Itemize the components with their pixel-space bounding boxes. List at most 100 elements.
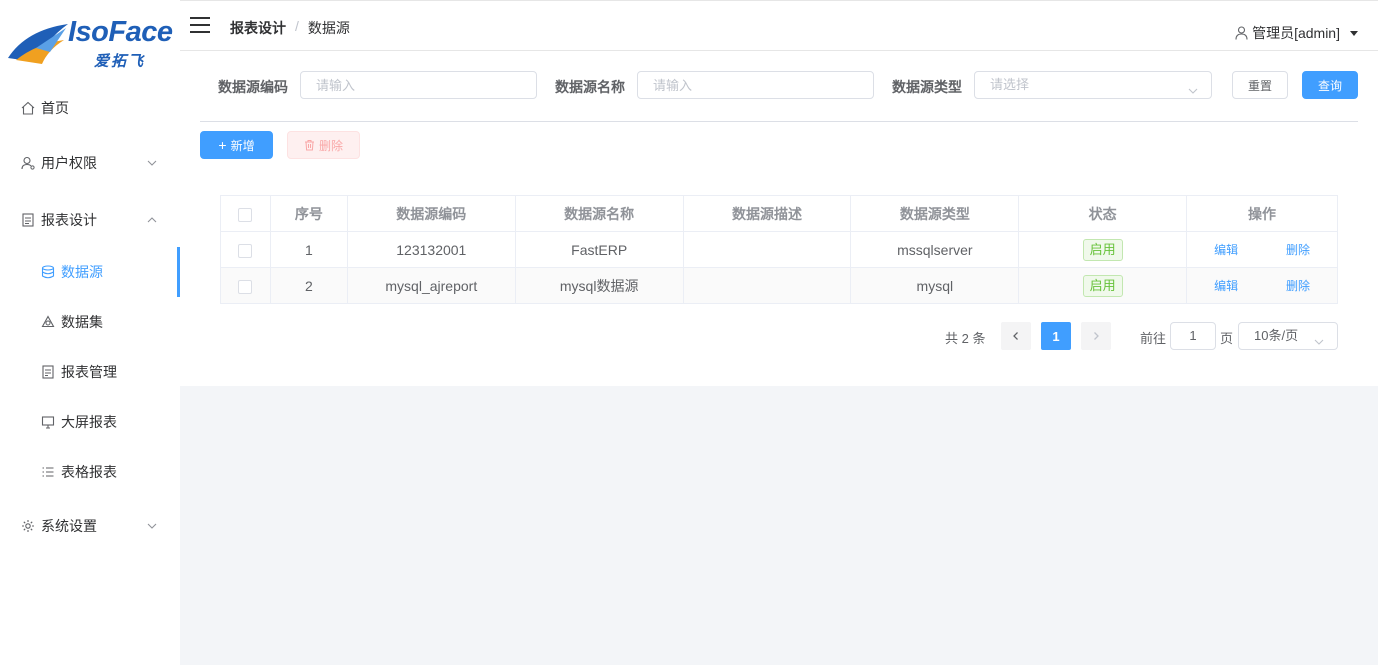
menu-item-label: 系统设置 [41,518,97,534]
sidebar-item-label: 报表管理 [61,364,117,380]
row-checkbox[interactable] [238,279,253,294]
cell-type: mysql [850,267,1020,304]
trash-icon [304,139,315,151]
cell-name: mysql数据源 [514,267,684,304]
row-checkbox[interactable] [238,243,253,258]
add-button-label: 新增 [230,138,255,153]
query-button[interactable]: 查询 [1302,71,1358,99]
page-size-select[interactable]: 10条/页 [1238,322,1338,350]
cell-desc [682,231,852,268]
sidebar-item-dataset[interactable]: 数据集 [0,297,180,347]
caret-down-icon [1350,30,1358,36]
menu-item-label: 报表设计 [41,212,97,228]
menu-item-label: 用户权限 [41,155,97,171]
page-unit-label: 页 [1220,331,1234,346]
delete-link[interactable]: 删除 [1286,279,1310,293]
report-icon [20,212,36,228]
hamburger-icon[interactable] [190,17,210,33]
total-count: 共 2 条 [945,331,986,346]
select-all-checkbox[interactable] [238,207,253,222]
header: 报表设计 / 数据源 管理员[admin] [180,0,1378,51]
gear-icon [20,518,36,534]
delete-link[interactable]: 删除 [1286,243,1310,257]
table-row: 2 mysql_ajreport mysql数据源 mysql 启用 编辑 删除 [220,267,1338,304]
cell-name: FastERP [514,231,684,268]
chevron-up-icon [146,213,158,229]
sidebar-item-bigscreen[interactable]: 大屏报表 [0,397,180,447]
next-page-button[interactable] [1081,322,1111,350]
user-icon [20,155,36,171]
user-icon [1235,26,1248,40]
reset-button[interactable]: 重置 [1232,71,1288,99]
column-header: 数据源编码 [346,195,516,232]
datasource-table: 序号 数据源编码 数据源名称 数据源描述 数据源类型 状态 操作 1 12313… [220,195,1338,304]
report-manage-icon [40,364,56,380]
list-icon [40,464,56,480]
column-header: 数据源描述 [682,195,852,232]
status-badge: 启用 [1082,274,1123,297]
cell-index: 2 [269,267,348,304]
cell-desc [682,267,852,304]
breadcrumb-item: 数据源 [307,20,350,36]
code-label: 数据源编码 [218,79,288,95]
menu-item-report-design[interactable]: 报表设计 [0,195,180,245]
divider [200,121,1358,122]
logo-subtitle: 爱拓飞 [94,53,146,70]
page-number-button[interactable]: 1 [1041,322,1071,350]
breadcrumb-separator: / [295,18,299,34]
breadcrumb-item[interactable]: 报表设计 [230,18,286,38]
column-header: 数据源类型 [850,195,1020,232]
chevron-left-icon [1011,331,1021,341]
column-header: 序号 [269,195,348,232]
menu-item-label: 首页 [41,100,69,116]
main-panel: 数据源编码 数据源名称 数据源类型 请选择 重置 查询 + 新增 删除 序号 数… [180,51,1378,386]
sidebar-item-label: 大屏报表 [61,414,117,430]
logo: IsoFace 爱拓飞 [6,14,176,70]
user-menu[interactable]: 管理员[admin] [1235,23,1358,43]
sidebar-item-datasource[interactable]: 数据源 [0,247,180,297]
user-name: 管理员[admin] [1252,25,1340,41]
chevron-down-icon [146,519,158,535]
goto-label: 前往 [1140,331,1167,346]
database-icon [40,264,56,280]
cell-type: mssqlserver [850,231,1020,268]
chevron-down-icon [146,156,158,172]
sidebar-item-label: 数据集 [61,314,103,330]
logo-wing-icon [8,24,68,64]
cell-index: 1 [269,231,348,268]
sidebar: IsoFace 爱拓飞 首页 用户权限 报表设计 数据源 数据集 报表管理 大屏… [0,0,180,665]
table-row: 1 123132001 FastERP mssqlserver 启用 编辑 删除 [220,231,1338,268]
dataset-icon [40,314,56,330]
logo-text: IsoFace [68,16,173,48]
name-label: 数据源名称 [555,79,625,95]
sidebar-item-report-manage[interactable]: 报表管理 [0,347,180,397]
delete-button-label: 删除 [318,138,343,153]
type-select-placeholder: 请选择 [990,77,1030,92]
table-header-row: 序号 数据源编码 数据源名称 数据源描述 数据源类型 状态 操作 [220,195,1338,232]
prev-page-button[interactable] [1001,322,1031,350]
chevron-down-icon [1313,331,1325,357]
edit-link[interactable]: 编辑 [1214,243,1238,257]
select-all-cell [220,195,271,232]
breadcrumb: 报表设计 / 数据源 [230,18,350,38]
chevron-down-icon [1187,80,1199,106]
code-input[interactable] [300,71,537,99]
type-label: 数据源类型 [892,79,962,95]
page-size-value: 10条/页 [1254,328,1299,343]
menu-item-home[interactable]: 首页 [0,83,180,133]
delete-button[interactable]: 删除 [287,131,360,159]
plus-icon: + [218,137,227,153]
menu-item-system-settings[interactable]: 系统设置 [0,501,180,551]
edit-link[interactable]: 编辑 [1214,279,1238,293]
chevron-right-icon [1091,331,1101,341]
cell-code: mysql_ajreport [346,267,516,304]
type-select[interactable]: 请选择 [974,71,1212,99]
sidebar-item-table-report[interactable]: 表格报表 [0,447,180,497]
menu-item-user-permission[interactable]: 用户权限 [0,138,180,188]
goto-page-input[interactable]: 1 [1170,322,1216,350]
monitor-icon [40,414,56,430]
add-button[interactable]: + 新增 [200,131,273,159]
status-badge: 启用 [1082,238,1123,261]
sidebar-item-label: 数据源 [61,264,103,280]
name-input[interactable] [637,71,874,99]
